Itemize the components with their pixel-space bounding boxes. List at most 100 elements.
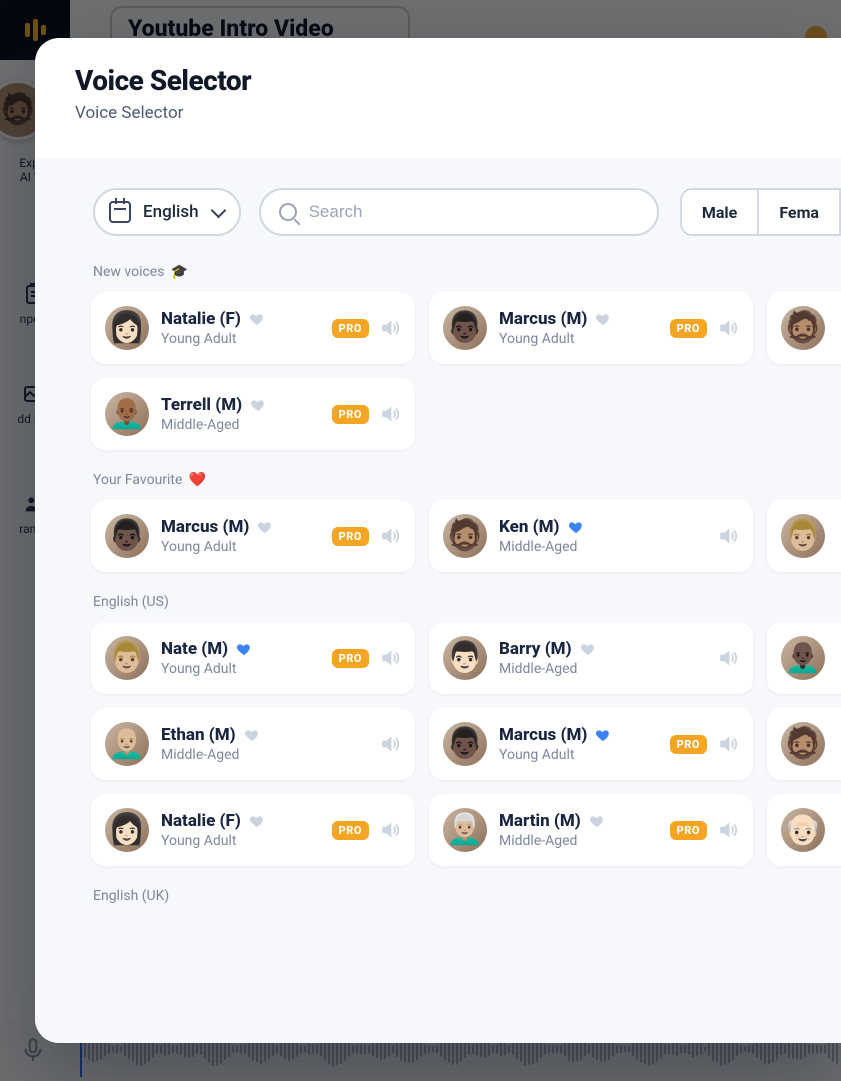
voice-meta: Marcus (M) Young Adult <box>161 517 320 555</box>
modal-title: Voice Selector <box>75 64 801 97</box>
search-icon <box>279 203 297 221</box>
avatar: 👨🏼 <box>781 514 825 558</box>
controls-row: English Male Fema <box>93 188 841 236</box>
voice-card-peek[interactable]: 🧔🏽 <box>767 292 841 364</box>
speaker-icon[interactable] <box>379 525 401 547</box>
voice-age: Middle-Aged <box>499 539 705 555</box>
voice-card-peek[interactable]: 👨🏼 <box>767 500 841 572</box>
voice-age: Middle-Aged <box>161 417 320 433</box>
avatar: 🧔🏽 <box>443 514 487 558</box>
heart-icon[interactable] <box>257 519 273 535</box>
heart-icon[interactable] <box>249 813 265 829</box>
avatar: 👨🏿 <box>443 306 487 350</box>
voice-name: Marcus (M) <box>161 517 249 537</box>
section-label: Your Favourite ❤️ <box>93 472 841 488</box>
speaker-icon[interactable] <box>717 317 739 339</box>
speaker-icon[interactable] <box>717 647 739 669</box>
voice-name: Ken (M) <box>499 517 560 537</box>
voice-row: 👩🏻 Natalie (F) Young Adult PRO 👨🏿 Marcus… <box>91 292 841 364</box>
heart-icon[interactable] <box>244 727 260 743</box>
speaker-icon[interactable] <box>379 647 401 669</box>
voice-card[interactable]: 👨🏼‍🦳 Martin (M) Middle-Aged PRO <box>429 794 753 866</box>
heart-icon[interactable] <box>589 813 605 829</box>
search-input[interactable] <box>309 202 639 222</box>
heart-icon[interactable] <box>580 641 596 657</box>
voice-card[interactable]: 👨🏿 Marcus (M) Young Adult PRO <box>429 292 753 364</box>
segment-male[interactable]: Male <box>680 188 759 236</box>
voice-meta: Marcus (M) Young Adult <box>499 725 658 763</box>
language-dropdown[interactable]: English <box>93 188 241 236</box>
pro-badge: PRO <box>332 649 369 668</box>
voice-meta: Ken (M) Middle-Aged <box>499 517 705 555</box>
heart-icon[interactable] <box>595 311 611 327</box>
voice-age: Young Adult <box>161 661 320 677</box>
voice-selector-modal: Voice Selector Voice Selector English Ma… <box>35 38 841 1043</box>
voice-card[interactable]: 👨🏿 Marcus (M) Young Adult PRO <box>91 500 415 572</box>
avatar: 🧔🏽 <box>781 722 825 766</box>
voice-actions: PRO <box>332 647 401 669</box>
voice-card[interactable]: 👨🏼‍🦲 Ethan (M) Middle-Aged <box>91 708 415 780</box>
voice-row: 👩🏻 Natalie (F) Young Adult PRO 👨🏼‍🦳 Mart… <box>91 794 841 866</box>
voice-actions: PRO <box>332 525 401 547</box>
voice-actions <box>379 733 401 755</box>
voice-age: Middle-Aged <box>499 661 705 677</box>
heart-icon[interactable] <box>595 727 611 743</box>
section-label: New voices 🎓 <box>93 264 841 280</box>
voice-name: Natalie (F) <box>161 811 241 831</box>
voice-meta: Natalie (F) Young Adult <box>161 309 320 347</box>
speaker-icon[interactable] <box>717 733 739 755</box>
voice-row: 👨🏾‍🦲 Terrell (M) Middle-Aged PRO <box>91 378 841 450</box>
pro-badge: PRO <box>670 735 707 754</box>
heart-icon[interactable] <box>249 311 265 327</box>
modal-body: English Male Fema New voices 🎓 👩🏻 Natali… <box>35 158 841 1043</box>
voice-age: Middle-Aged <box>499 833 658 849</box>
voice-meta: Terrell (M) Middle-Aged <box>161 395 320 433</box>
speaker-icon[interactable] <box>379 733 401 755</box>
avatar: 👨🏿 <box>105 514 149 558</box>
heart-icon[interactable] <box>236 641 252 657</box>
speaker-icon[interactable] <box>379 317 401 339</box>
voice-card[interactable]: 👩🏻 Natalie (F) Young Adult PRO <box>91 794 415 866</box>
voice-card[interactable]: 👨🏼 Nate (M) Young Adult PRO <box>91 622 415 694</box>
voice-card-peek[interactable]: 🧔🏽 <box>767 708 841 780</box>
avatar: 👨🏿‍🦲 <box>781 636 825 680</box>
segment-female[interactable]: Fema <box>759 188 841 236</box>
voice-card-peek[interactable]: 👨🏿‍🦲 <box>767 622 841 694</box>
voice-actions: PRO <box>332 819 401 841</box>
voice-card[interactable]: 🧔🏽 Ken (M) Middle-Aged <box>429 500 753 572</box>
voice-actions <box>717 647 739 669</box>
avatar: 👩🏻 <box>105 306 149 350</box>
search-field[interactable] <box>259 188 659 236</box>
modal-subtitle: Voice Selector <box>75 103 801 123</box>
voice-card[interactable]: 👩🏻 Natalie (F) Young Adult PRO <box>91 292 415 364</box>
pro-badge: PRO <box>332 821 369 840</box>
voice-name: Nate (M) <box>161 639 228 659</box>
voice-card[interactable]: 👨🏻 Barry (M) Middle-Aged <box>429 622 753 694</box>
gender-segmented: Male Fema <box>680 188 841 236</box>
pro-badge: PRO <box>670 319 707 338</box>
voice-name: Natalie (F) <box>161 309 241 329</box>
voice-age: Middle-Aged <box>161 747 367 763</box>
avatar: 👨🏼 <box>105 636 149 680</box>
voice-meta: Ethan (M) Middle-Aged <box>161 725 367 763</box>
calendar-icon <box>109 201 131 223</box>
heart-icon[interactable] <box>250 397 266 413</box>
voice-card-peek[interactable]: 👴🏻 <box>767 794 841 866</box>
speaker-icon[interactable] <box>379 819 401 841</box>
avatar: 👨🏻 <box>443 636 487 680</box>
voice-name: Martin (M) <box>499 811 581 831</box>
voice-actions: PRO <box>670 317 739 339</box>
avatar: 👨🏾‍🦲 <box>105 392 149 436</box>
speaker-icon[interactable] <box>379 403 401 425</box>
speaker-icon[interactable] <box>717 525 739 547</box>
voice-actions: PRO <box>670 819 739 841</box>
voice-name: Marcus (M) <box>499 309 587 329</box>
voice-card[interactable]: 👨🏾‍🦲 Terrell (M) Middle-Aged PRO <box>91 378 415 450</box>
voice-row: 👨🏿 Marcus (M) Young Adult PRO 🧔🏽 Ken (M)… <box>91 500 841 572</box>
voice-actions <box>717 525 739 547</box>
voice-actions: PRO <box>332 403 401 425</box>
heart-icon[interactable] <box>568 519 584 535</box>
speaker-icon[interactable] <box>717 819 739 841</box>
voice-meta: Nate (M) Young Adult <box>161 639 320 677</box>
voice-card[interactable]: 👨🏿 Marcus (M) Young Adult PRO <box>429 708 753 780</box>
